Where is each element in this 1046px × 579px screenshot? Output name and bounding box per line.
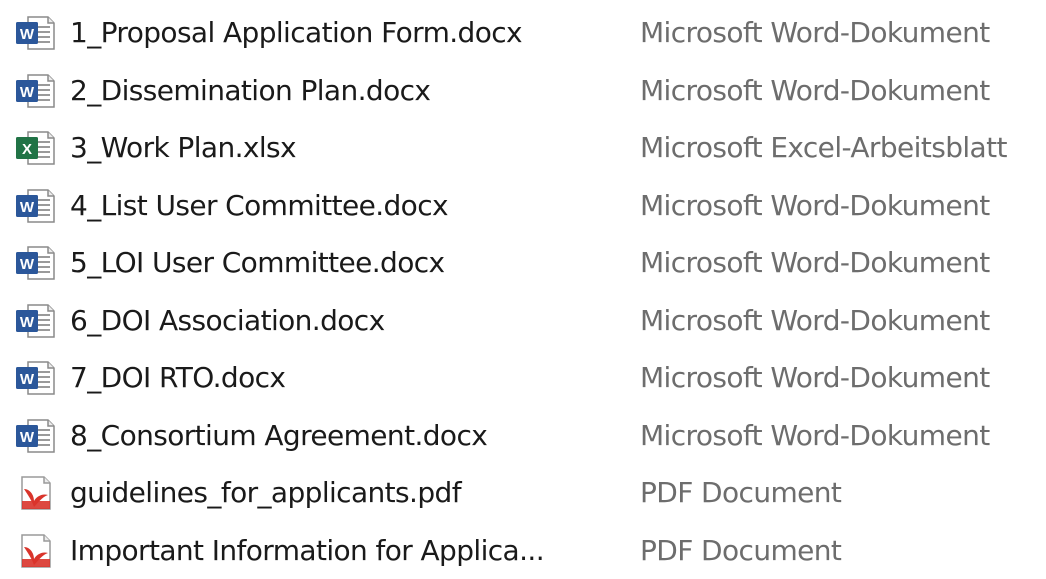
file-row[interactable]: guidelines_for_applicants.pdf PDF Docume… [0,464,1046,522]
file-name: 8_Consortium Agreement.docx [70,407,487,465]
file-name: guidelines_for_applicants.pdf [70,464,461,522]
word-doc-icon: W [14,245,58,281]
file-name: 7_DOI RTO.docx [70,349,285,407]
word-doc-icon: W [14,360,58,396]
svg-text:W: W [20,26,35,43]
word-doc-icon: W [14,418,58,454]
file-row[interactable]: W 8_Consortium Agreement.docx Microsoft … [0,407,1046,465]
svg-text:W: W [20,314,35,331]
file-row[interactable]: Important Information for Applica... PDF… [0,522,1046,579]
pdf-doc-icon [14,533,58,569]
svg-text:W: W [20,199,35,216]
file-name: 5_LOI User Committee.docx [70,234,445,292]
svg-text:W: W [20,256,35,273]
file-row[interactable]: W 6_DOI Association.docx Microsoft Word-… [0,292,1046,350]
file-name: 6_DOI Association.docx [70,292,385,350]
word-doc-icon: W [14,303,58,339]
file-row[interactable]: X 3_Work Plan.xlsx Microsoft Excel-Arbei… [0,119,1046,177]
pdf-doc-icon [14,475,58,511]
word-doc-icon: W [14,73,58,109]
file-type: Microsoft Word-Dokument [640,62,990,120]
file-type: Microsoft Word-Dokument [640,177,990,235]
file-type: Microsoft Word-Dokument [640,407,990,465]
file-name: 2_Dissemination Plan.docx [70,62,430,120]
svg-text:W: W [20,429,35,446]
file-type: PDF Document [640,464,841,522]
svg-text:X: X [22,141,32,158]
file-type: Microsoft Word-Dokument [640,349,990,407]
svg-text:W: W [20,371,35,388]
file-name: 4_List User Committee.docx [70,177,448,235]
excel-sheet-icon: X [14,130,58,166]
word-doc-icon: W [14,188,58,224]
file-row[interactable]: W 7_DOI RTO.docx Microsoft Word-Dokument [0,349,1046,407]
file-list: W 1_Proposal Application Form.docx Micro… [0,4,1046,579]
svg-text:W: W [20,84,35,101]
file-type: PDF Document [640,522,841,579]
word-doc-icon: W [14,15,58,51]
file-name: Important Information for Applica... [70,522,544,579]
file-row[interactable]: W 4_List User Committee.docx Microsoft W… [0,177,1046,235]
file-type: Microsoft Word-Dokument [640,292,990,350]
file-row[interactable]: W 1_Proposal Application Form.docx Micro… [0,4,1046,62]
file-name: 1_Proposal Application Form.docx [70,4,522,62]
file-type: Microsoft Excel-Arbeitsblatt [640,119,1007,177]
file-row[interactable]: W 2_Dissemination Plan.docx Microsoft Wo… [0,62,1046,120]
file-name: 3_Work Plan.xlsx [70,119,296,177]
file-row[interactable]: W 5_LOI User Committee.docx Microsoft Wo… [0,234,1046,292]
file-type: Microsoft Word-Dokument [640,234,990,292]
file-type: Microsoft Word-Dokument [640,4,990,62]
